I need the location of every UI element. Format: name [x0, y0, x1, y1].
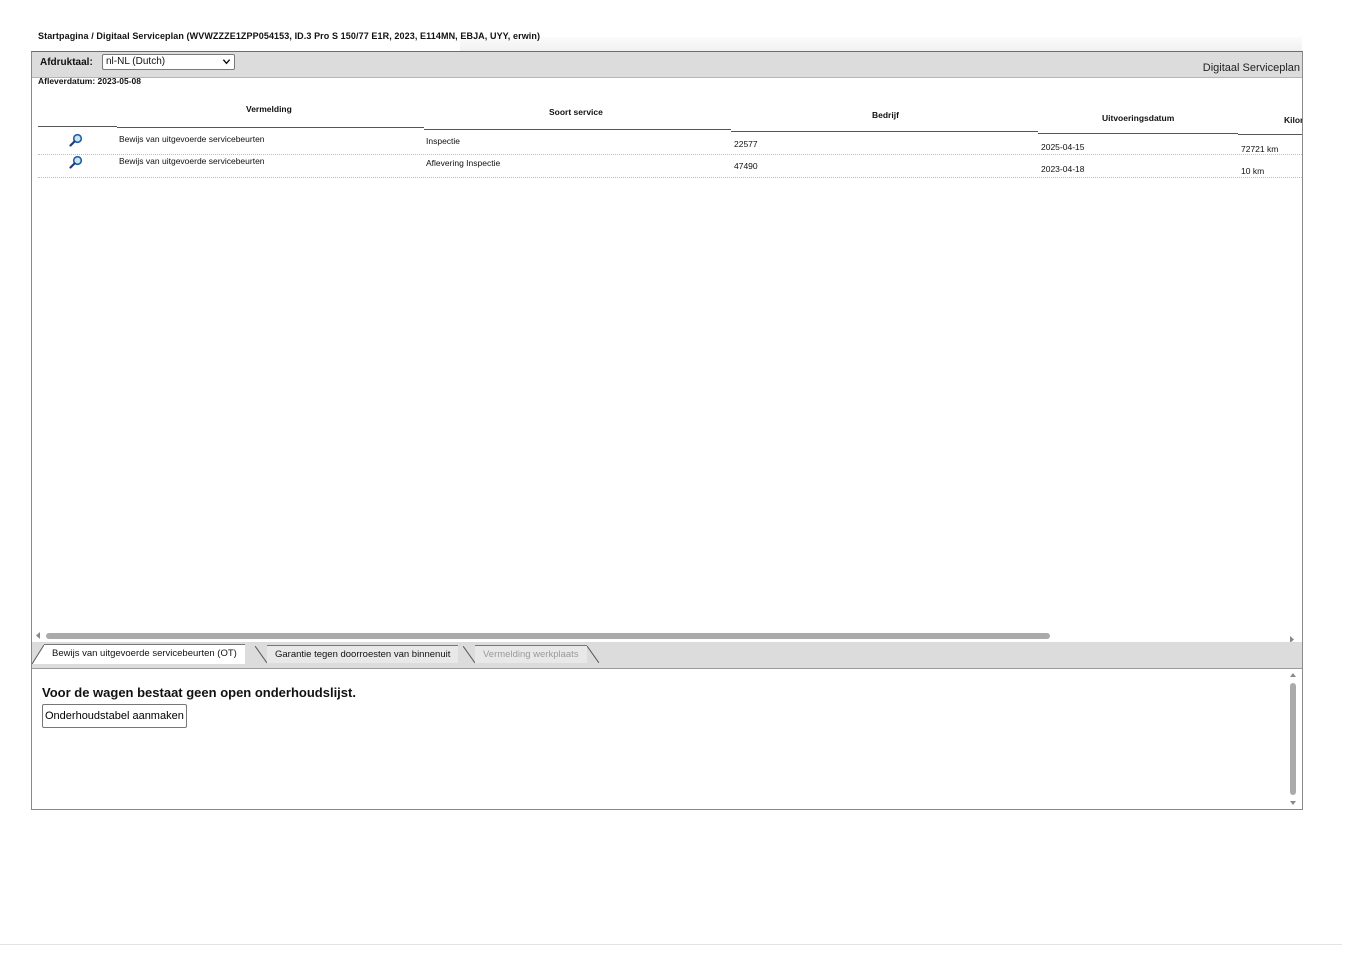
page: Startpagina / Digitaal Serviceplan (WVWZ…: [0, 0, 1358, 960]
cell-service-type: Inspectie: [426, 136, 461, 146]
header-divider: [731, 131, 1038, 132]
tab-workshop-mention[interactable]: Vermelding werkplaats: [463, 645, 599, 663]
scroll-down-arrow-icon[interactable]: [1289, 799, 1297, 807]
cell-date: 2025-04-15: [1041, 142, 1085, 152]
header-divider: [38, 126, 117, 127]
scroll-up-arrow-icon[interactable]: [1289, 671, 1297, 679]
horizontal-scroll-thumb[interactable]: [46, 633, 1050, 639]
magnifier-icon[interactable]: [69, 155, 83, 169]
header-divider: [117, 127, 424, 128]
cell-km: 72721 km: [1241, 144, 1279, 154]
toolbar: Afdruktaal: nl-NL (Dutch) Digitaal Servi…: [32, 52, 1302, 78]
tab-label: Bewijs van uitgevoerde servicebeurten (O…: [52, 648, 237, 659]
column-header-service-type[interactable]: Soort service: [549, 107, 603, 117]
header-divider: [1038, 133, 1238, 134]
language-select[interactable]: nl-NL (Dutch): [102, 54, 235, 70]
column-header-entry[interactable]: Vermelding: [246, 104, 292, 114]
chevron-down-icon: [222, 59, 231, 65]
tab-label: Vermelding werkplaats: [483, 649, 579, 660]
header-divider: [424, 129, 731, 130]
tab-rust-warranty[interactable]: Garantie tegen doorroesten van binnenuit: [255, 645, 459, 663]
tab-edge: [586, 646, 599, 663]
lower-panel: Voor de wagen bestaat geen open onderhou…: [32, 669, 1302, 809]
main-frame: Afdruktaal: nl-NL (Dutch) Digitaal Servi…: [31, 51, 1303, 810]
tab-edge: [32, 645, 44, 664]
header-divider: [1238, 134, 1302, 135]
column-header-date[interactable]: Uitvoeringsdatum: [1102, 113, 1174, 123]
vertical-scrollbar[interactable]: [1286, 671, 1300, 807]
language-label: Afdruktaal:: [40, 57, 93, 68]
breadcrumb[interactable]: Startpagina / Digitaal Serviceplan (WVWZ…: [38, 31, 540, 41]
tab-bar: Bewijs van uitgevoerde servicebeurten (O…: [32, 642, 1302, 669]
tab-label: Garantie tegen doorroesten van binnenuit: [275, 649, 451, 660]
tab-edge: [255, 646, 267, 663]
no-maintenance-message: Voor de wagen bestaat geen open onderhou…: [42, 685, 356, 700]
cell-entry: Bewijs van uitgevoerde servicebeurten: [119, 134, 265, 144]
tab-edge: [463, 646, 475, 663]
service-table: Vermelding Soort service Bedrijf Uitvoer…: [38, 96, 1302, 186]
cell-date: 2023-04-18: [1041, 164, 1085, 174]
column-header-company[interactable]: Bedrijf: [872, 110, 899, 120]
cell-company: 47490: [734, 161, 758, 171]
magnifier-icon[interactable]: [69, 133, 83, 147]
create-maintenance-table-button[interactable]: Onderhoudstabel aanmaken: [42, 704, 187, 728]
app-title: Digitaal Serviceplan: [1202, 62, 1300, 74]
breadcrumb-band: [460, 37, 1302, 51]
page-bottom-edge: [0, 944, 1342, 945]
cell-company: 22577: [734, 139, 758, 149]
cell-entry: Bewijs van uitgevoerde servicebeurten: [119, 156, 265, 166]
row-divider: [38, 177, 1302, 178]
delivery-date: Afleverdatum: 2023-05-08: [38, 76, 141, 86]
column-header-km[interactable]: Kilor: [1284, 115, 1302, 125]
cell-service-type: Aflevering Inspectie: [426, 158, 501, 168]
vertical-scroll-thumb[interactable]: [1290, 683, 1296, 795]
language-select-value: nl-NL (Dutch): [106, 56, 166, 67]
row-divider: [38, 154, 1302, 155]
cell-km: 10 km: [1241, 166, 1265, 176]
tab-service-proof[interactable]: Bewijs van uitgevoerde servicebeurten (O…: [32, 644, 245, 664]
scroll-left-arrow-icon[interactable]: [34, 631, 42, 640]
